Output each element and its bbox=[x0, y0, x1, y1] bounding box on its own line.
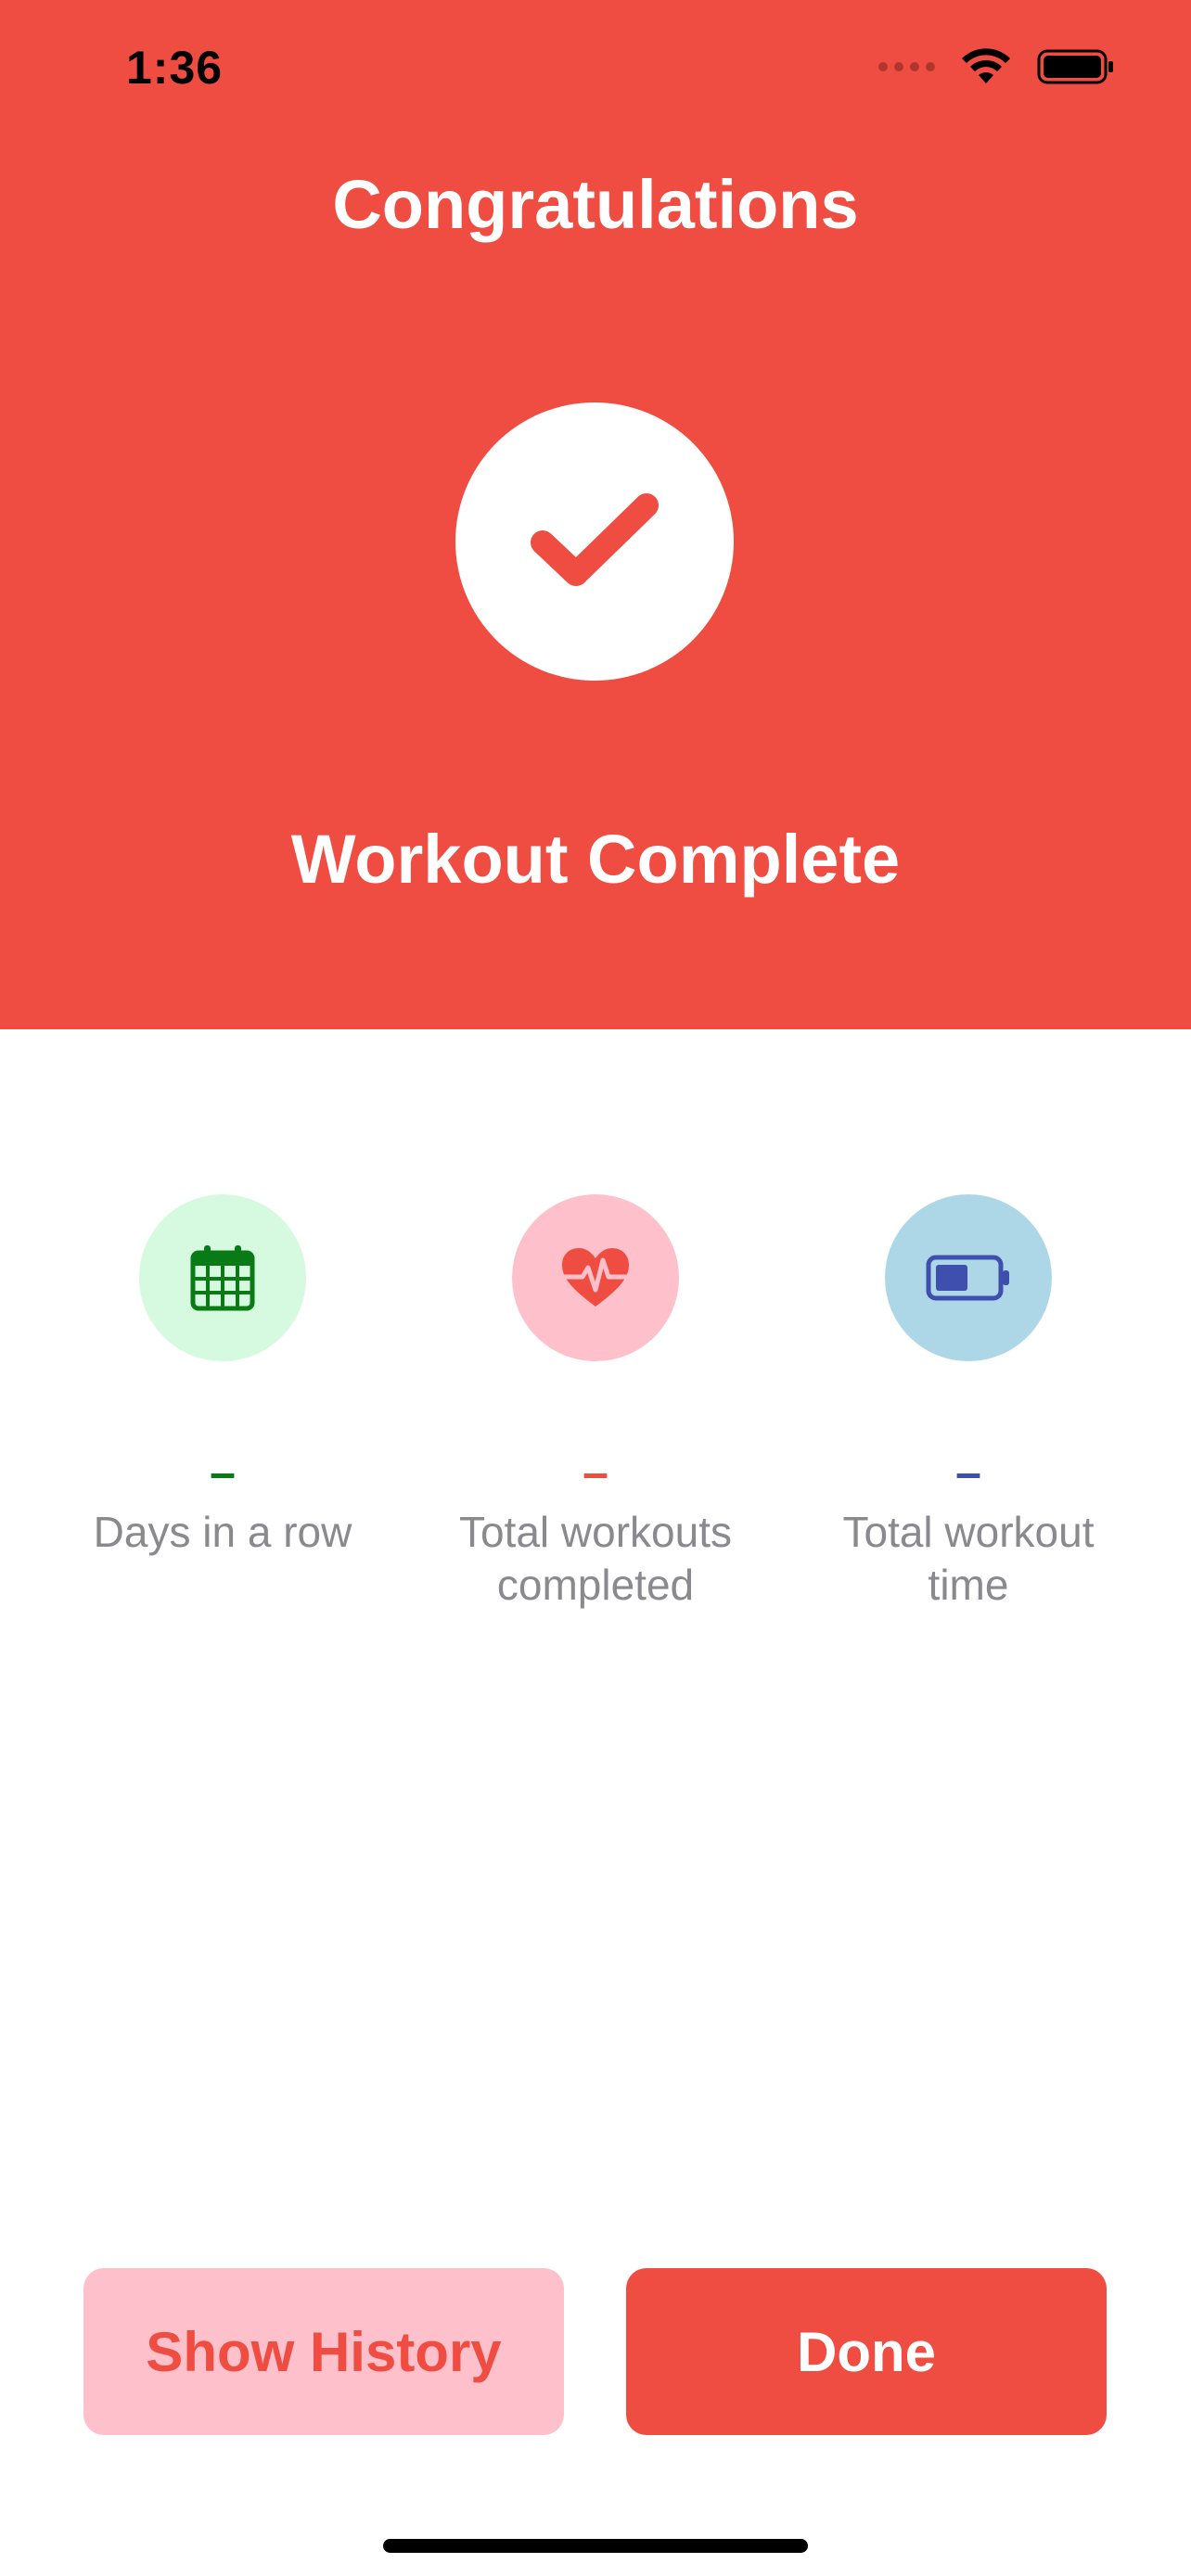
stat-value: – bbox=[210, 1447, 236, 1498]
page-title: Congratulations bbox=[332, 166, 859, 243]
stat-icon-circle bbox=[885, 1194, 1052, 1361]
calendar-icon bbox=[190, 1245, 255, 1311]
stat-icon-circle bbox=[139, 1194, 306, 1361]
stat-total-time: – Total workout time bbox=[811, 1194, 1126, 1612]
stat-value: – bbox=[955, 1447, 981, 1498]
stat-days-in-a-row: – Days in a row bbox=[65, 1194, 380, 1559]
heart-pulse-icon bbox=[561, 1248, 630, 1307]
status-icons bbox=[878, 48, 1115, 85]
status-time: 1:36 bbox=[126, 42, 224, 94]
cellular-signal-icon bbox=[878, 62, 935, 71]
stat-label: Days in a row bbox=[93, 1508, 352, 1556]
stat-icon-circle bbox=[512, 1194, 679, 1361]
stat-label: Total workouts completed bbox=[458, 1508, 732, 1609]
battery-icon bbox=[1037, 49, 1113, 84]
checkmark-icon bbox=[531, 493, 659, 586]
workout-complete-heading: Workout Complete bbox=[290, 821, 901, 898]
wifi-icon bbox=[962, 48, 1010, 83]
stat-total-workouts: – Total workouts completed bbox=[438, 1194, 753, 1612]
stat-label: Total workout time bbox=[842, 1508, 1095, 1609]
done-button[interactable]: Done bbox=[626, 2268, 1107, 2435]
home-indicator[interactable] bbox=[383, 2539, 808, 2553]
check-circle bbox=[455, 402, 734, 681]
stat-value: – bbox=[583, 1447, 608, 1498]
header-banner: 1:36 Congratulations Workout Complete bbox=[0, 0, 1191, 1029]
show-history-button[interactable]: Show History bbox=[83, 2268, 564, 2435]
battery-half-icon bbox=[926, 1255, 1009, 1301]
